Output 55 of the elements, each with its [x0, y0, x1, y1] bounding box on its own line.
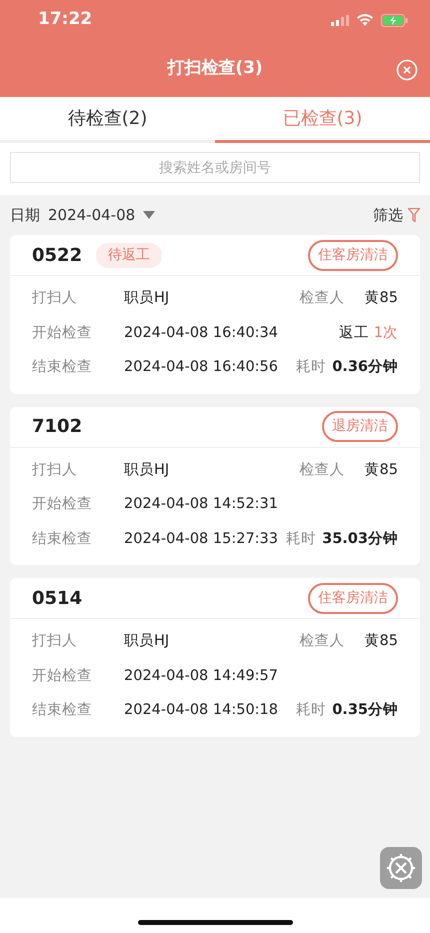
field-value: 黄85 [364, 289, 398, 308]
record-card[interactable]: 0514 住客房清洁 打扫人 职员HJ 检查人 黄85 开始检查 2024-04-08 14:49:57 结束检查 2024-04-08 14:50:18 耗时 0.35分钟 [10, 578, 420, 736]
field-label: 检查人 [300, 289, 345, 308]
tab[interactable]: 待检查(2) [0, 97, 215, 143]
field-label: 结束检查 [32, 530, 93, 549]
field-label: 检查人 [300, 460, 345, 480]
field-value: 黄85 [364, 460, 398, 480]
field-value: 职员HJ [124, 289, 170, 308]
cleaning-type-tag: 住客房清洁 [308, 240, 398, 270]
status-time: 17:22 [38, 8, 92, 32]
room-number: 7102 [32, 415, 82, 439]
filter-label[interactable]: 筛选 [373, 204, 403, 226]
field-label: 耗时 [296, 701, 326, 720]
room-number: 0522 [32, 244, 82, 268]
signal-icon [331, 14, 349, 26]
date-label: 日期 [10, 204, 40, 226]
field-value: 2024-04-08 14:50:18 [124, 701, 278, 720]
duration-value: 0.35分钟 [332, 701, 398, 720]
field-value: 黄85 [364, 632, 398, 652]
tools-button[interactable] [380, 847, 422, 889]
date-value[interactable]: 2024-04-08 [48, 204, 136, 226]
field-label: 结束检查 [32, 701, 93, 720]
status-tag: 待返工 [96, 242, 162, 268]
field-value: 2024-04-08 15:27:33 [124, 530, 278, 549]
field-label: 耗时 [286, 530, 316, 549]
close-button[interactable] [396, 57, 418, 79]
record-card[interactable]: 7102 退房清洁 打扫人 职员HJ 检查人 黄85 开始检查 2024-04-08 14:52:31 结束检查 2024-04-08 15:27:33 耗时 35.03分钟 [10, 406, 420, 565]
duration-value: 0.36分钟 [332, 358, 398, 378]
field-label: 检查人 [300, 632, 345, 652]
page-title: 打扫检查(3) [167, 56, 263, 80]
field-value: 2024-04-08 16:40:56 [124, 358, 278, 378]
field-label: 耗时 [296, 358, 326, 378]
field-label: 开始检查 [32, 495, 93, 514]
field-value: 职员HJ [124, 460, 170, 480]
record-card[interactable]: 0522 待返工 住客房清洁 打扫人 职员HJ 检查人 黄85 开始检查 2024-04-08 16:40:34 返工 1次 结束检查 2024-04-08 16:40:56 耗时 0.36分钟 [10, 235, 420, 394]
field-label: 打扫人 [32, 632, 78, 652]
duration-value: 35.03分钟 [322, 530, 398, 549]
field-label: 打扫人 [32, 460, 78, 480]
field-value: 职员HJ [124, 632, 170, 652]
search-field[interactable]: 搜索姓名或房间号 [10, 152, 420, 183]
filter-icon[interactable] [408, 208, 420, 222]
field-label: 打扫人 [32, 289, 78, 308]
rework-count: 返工 1次 [339, 324, 398, 343]
wifi-icon [357, 14, 373, 26]
caret-icon[interactable] [143, 211, 156, 219]
field-label: 开始检查 [32, 666, 93, 686]
cleaning-type-tag: 退房清洁 [322, 411, 398, 442]
cleaning-type-tag: 住客房清洁 [308, 582, 398, 614]
field-value: 2024-04-08 16:40:34 [124, 324, 278, 343]
room-number: 0514 [32, 586, 82, 610]
field-label: 结束检查 [32, 358, 93, 378]
field-value: 2024-04-08 14:52:31 [124, 495, 278, 514]
battery-icon [381, 14, 408, 26]
field-value: 2024-04-08 14:49:57 [124, 666, 278, 686]
field-label: 开始检查 [32, 324, 93, 343]
